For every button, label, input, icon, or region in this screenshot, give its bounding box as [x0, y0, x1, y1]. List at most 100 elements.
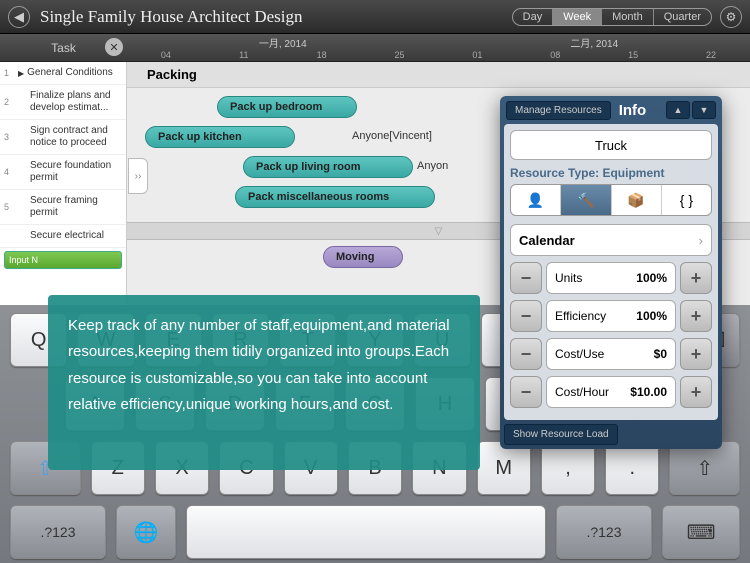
app-header: ◀ Single Family House Architect Design D…: [0, 0, 750, 34]
key-mode-right[interactable]: .?123: [556, 505, 652, 559]
task-name: Finalize plans and develop estimat...: [18, 90, 122, 114]
task-name: Secure framing permit: [18, 195, 122, 219]
chevron-right-icon: ›: [699, 233, 703, 248]
task-name: Secure foundation permit: [18, 160, 122, 184]
field-label: Efficiency: [555, 309, 606, 323]
efficiency-minus-button[interactable]: −: [510, 300, 542, 332]
units-field[interactable]: Units100%: [546, 262, 676, 294]
key-comma[interactable]: ,: [541, 441, 595, 495]
task-row[interactable]: 4Secure foundation permit: [0, 155, 126, 190]
day-label: 18: [283, 50, 361, 60]
task-col-label: Task: [51, 41, 76, 55]
units-minus-button[interactable]: −: [510, 262, 542, 294]
tooltip-text: Keep track of any number of staff,equipm…: [68, 317, 450, 413]
costhour-field[interactable]: Cost/Hour$10.00: [546, 376, 676, 408]
day-label: 11: [205, 50, 283, 60]
day-label: 01: [439, 50, 517, 60]
key-period[interactable]: .: [605, 441, 659, 495]
tab-week[interactable]: Week: [553, 9, 602, 25]
resource-name-field[interactable]: Truck: [510, 130, 712, 160]
tab-quarter[interactable]: Quarter: [654, 9, 711, 25]
timeline-header: Task ✕ 一月, 2014 04 11 18 25 二月, 2014 01 …: [0, 34, 750, 62]
costuse-field[interactable]: Cost/Use$0: [546, 338, 676, 370]
type-material-tab[interactable]: 📦: [612, 185, 662, 215]
expand-sidebar-button[interactable]: ››: [128, 158, 148, 194]
costuse-plus-button[interactable]: +: [680, 338, 712, 370]
task-name: Sign contract and notice to proceed: [18, 125, 122, 149]
tab-day[interactable]: Day: [513, 9, 554, 25]
field-label: Units: [555, 271, 582, 285]
task-num: 4: [4, 167, 18, 177]
units-plus-button[interactable]: +: [680, 262, 712, 294]
type-person-tab[interactable]: 👤: [511, 185, 561, 215]
calendar-row[interactable]: Calendar ›: [510, 224, 712, 256]
resource-type-tabs: 👤 🔨 📦 { }: [510, 184, 712, 216]
task-name: General Conditions: [27, 67, 122, 79]
disclosure-icon: ▶: [18, 69, 24, 78]
bar-label: Pack up living room: [256, 161, 361, 173]
key-globe[interactable]: 🌐: [116, 505, 176, 559]
calendar-label: Calendar: [519, 233, 575, 248]
field-label: Cost/Hour: [555, 385, 609, 399]
units-stepper: − Units100% +: [510, 262, 712, 294]
task-row[interactable]: Secure electrical: [0, 225, 126, 248]
gantt-bar-bedroom[interactable]: Pack up bedroom: [217, 96, 357, 118]
efficiency-stepper: − Efficiency 100% +: [510, 300, 712, 332]
task-num: 1: [4, 68, 18, 78]
key-hide-keyboard[interactable]: ⌨: [662, 505, 740, 559]
assignee-label: Anyone[Vincent]: [352, 130, 432, 142]
tab-month[interactable]: Month: [602, 9, 654, 25]
back-button[interactable]: ◀: [8, 6, 30, 28]
gantt-bar-misc[interactable]: Pack miscellaneous rooms: [235, 186, 435, 208]
gear-icon[interactable]: ⚙: [720, 6, 742, 28]
efficiency-field[interactable]: Efficiency 100%: [546, 300, 676, 332]
close-task-col-icon[interactable]: ✕: [105, 38, 123, 56]
day-label: 04: [127, 50, 205, 60]
bar-label: Pack up kitchen: [158, 131, 242, 143]
costhour-plus-button[interactable]: +: [680, 376, 712, 408]
gantt-bar-kitchen[interactable]: Pack up kitchen: [145, 126, 295, 148]
task-num: 3: [4, 132, 18, 142]
key-m[interactable]: M: [477, 441, 531, 495]
efficiency-plus-button[interactable]: +: [680, 300, 712, 332]
day-label: 22: [672, 50, 750, 60]
next-resource-button[interactable]: ▼: [692, 101, 716, 119]
key-space[interactable]: [186, 505, 546, 559]
task-row[interactable]: 1▶General Conditions: [0, 62, 126, 85]
task-num: 5: [4, 202, 18, 212]
type-equipment-tab[interactable]: 🔨: [561, 185, 611, 215]
costuse-minus-button[interactable]: −: [510, 338, 542, 370]
bar-label: Moving: [336, 251, 375, 263]
task-row[interactable]: 3Sign contract and notice to proceed: [0, 120, 126, 155]
new-task-input[interactable]: Input N: [4, 251, 122, 269]
type-group-tab[interactable]: { }: [662, 185, 711, 215]
costhour-stepper: − Cost/Hour$10.00 +: [510, 376, 712, 408]
group-label: Packing: [147, 67, 197, 82]
day-label: 25: [361, 50, 439, 60]
show-resource-load-button[interactable]: Show Resource Load: [504, 424, 618, 445]
panel-title: Info: [619, 102, 666, 119]
key-shift-right[interactable]: ⇧: [669, 441, 740, 495]
hide-keyboard-icon: ⌨: [687, 520, 716, 545]
bar-label: Pack up bedroom: [230, 101, 322, 113]
prev-resource-button[interactable]: ▲: [666, 101, 690, 119]
task-column-header: Task ✕: [0, 34, 127, 61]
resource-name: Truck: [595, 138, 627, 153]
month-1-label: 一月, 2014: [127, 35, 439, 50]
task-row[interactable]: 2Finalize plans and develop estimat...: [0, 85, 126, 120]
page-title: Single Family House Architect Design: [40, 7, 512, 27]
task-row[interactable]: 5Secure framing permit: [0, 190, 126, 225]
costuse-stepper: − Cost/Use$0 +: [510, 338, 712, 370]
costhour-minus-button[interactable]: −: [510, 376, 542, 408]
manage-resources-button[interactable]: Manage Resources: [506, 101, 611, 120]
task-name: Secure electrical: [18, 230, 122, 242]
key-mode[interactable]: .?123: [10, 505, 106, 559]
gantt-bar-moving[interactable]: Moving: [323, 246, 403, 268]
gantt-group-header: Packing: [127, 62, 750, 88]
gantt-bar-livingroom[interactable]: Pack up living room: [243, 156, 413, 178]
day-label: 15: [594, 50, 672, 60]
bar-label: Pack miscellaneous rooms: [248, 191, 389, 203]
field-value: 100%: [636, 309, 667, 323]
task-list: 1▶General Conditions 2Finalize plans and…: [0, 62, 127, 306]
braces-icon: { }: [680, 192, 693, 208]
